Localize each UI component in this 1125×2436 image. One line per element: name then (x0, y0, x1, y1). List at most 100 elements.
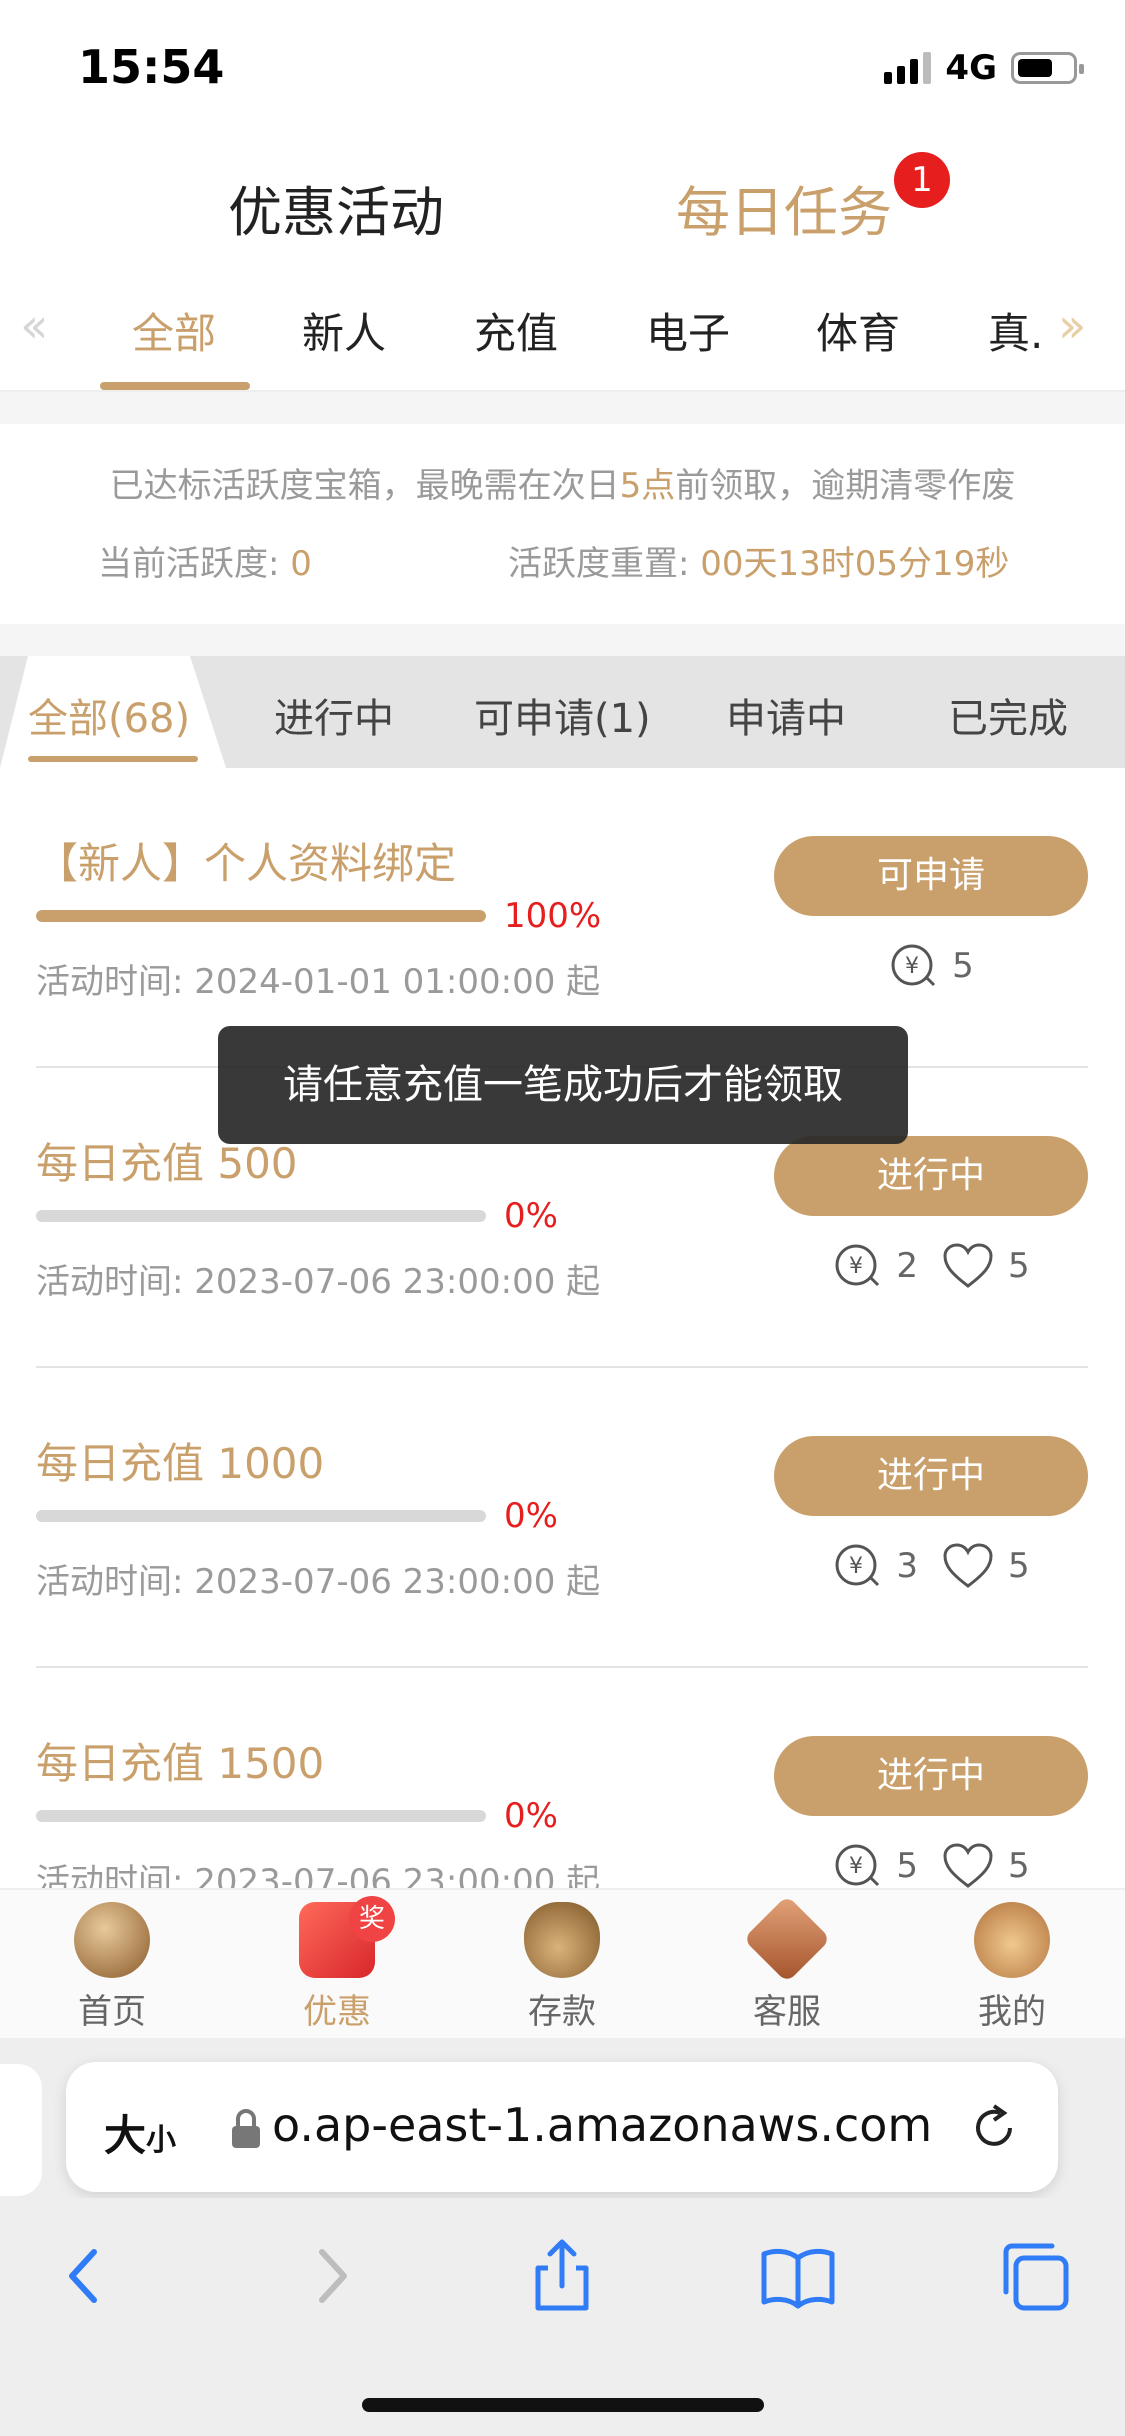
heart-icon (943, 1243, 993, 1288)
fortune-diamond-icon (743, 1895, 831, 1983)
yen-coin-icon: ¥ (835, 1244, 880, 1287)
task-title: 【新人】个人资料绑定 (36, 839, 457, 888)
activity-reset: 活跃度重置: 00天13时05分19秒 (508, 544, 1010, 584)
money-bag-icon (524, 1902, 600, 1978)
browser-toolbar (0, 2198, 1125, 2436)
task-title: 每日充值 1500 (36, 1739, 325, 1788)
progress-bar (36, 1210, 486, 1222)
apply-button[interactable]: 可申请 (774, 836, 1088, 916)
yen-reward: 5 (952, 946, 974, 986)
yen-reward: 2 (896, 1246, 918, 1286)
progress-bar (36, 1510, 486, 1522)
status-time: 15:54 (78, 40, 225, 94)
heart-reward: 5 (1008, 1246, 1030, 1286)
in-progress-button[interactable]: 进行中 (774, 1436, 1088, 1516)
nav-promotions[interactable]: 奖 优惠 (257, 1896, 417, 2033)
in-progress-button[interactable]: 进行中 (774, 1736, 1088, 1816)
progress-percent: 0% (504, 1196, 558, 1236)
back-icon[interactable] (46, 2236, 126, 2316)
top-tabs: 优惠活动 每日任务 1 (0, 130, 1125, 280)
status-bar: 15:54 4G (0, 0, 1125, 130)
tab-promotions[interactable]: 优惠活动 (228, 168, 444, 247)
reset-countdown: 00天13时05分19秒 (700, 544, 1010, 584)
category-deposit[interactable]: 充值 (474, 300, 558, 361)
heart-icon (943, 1843, 993, 1888)
task-card: 【新人】个人资料绑定 100% 活动时间: 2024-01-01 01:00:0… (36, 768, 1088, 1068)
daily-tasks-badge: 1 (894, 152, 950, 208)
yen-coin-icon: ¥ (891, 944, 936, 987)
status-indicators: 4G (884, 48, 1084, 88)
nav-support[interactable]: 客服 (707, 1895, 867, 2033)
heart-reward: 5 (1008, 1846, 1030, 1886)
forward-icon[interactable] (290, 2236, 370, 2316)
task-time: 活动时间: 2023-07-06 23:00:00 起 (36, 1562, 601, 1602)
progress-percent: 0% (504, 1796, 558, 1836)
task-time: 活动时间: 2023-07-06 23:00:00 起 (36, 1262, 601, 1302)
activity-notice: 已达标活跃度宝箱，最晚需在次日5点前领取，逾期清零作废 当前活跃度: 0 活跃度… (0, 424, 1125, 624)
heart-icon (943, 1543, 993, 1588)
previous-tab-card[interactable] (0, 2064, 42, 2196)
task-time: 活动时间: 2023-07-06 23:00:00 起 (36, 1862, 601, 1888)
progress-bar (36, 1810, 486, 1822)
category-tabs: ‹‹ 全部 新人 充值 电子 体育 真. ›› (0, 280, 1125, 392)
home-ball-icon (74, 1902, 150, 1978)
current-activity: 当前活跃度: 0 (98, 544, 312, 584)
bookmarks-icon[interactable] (758, 2236, 838, 2316)
network-type: 4G (945, 48, 997, 88)
task-rewards: ¥ 5 (774, 936, 1088, 996)
nav-profile[interactable]: 我的 (932, 1902, 1092, 2033)
task-card: 每日充值 1000 0% 活动时间: 2023-07-06 23:00:00 起… (36, 1368, 1088, 1668)
yen-reward: 5 (896, 1846, 918, 1886)
tabs-icon[interactable] (994, 2236, 1074, 2316)
svg-text:¥: ¥ (849, 1854, 863, 1879)
yen-reward: 3 (896, 1546, 918, 1586)
lion-mascot-icon (974, 1902, 1050, 1978)
nav-home[interactable]: 首页 (32, 1902, 192, 2033)
heart-reward: 5 (1008, 1546, 1030, 1586)
category-sports[interactable]: 体育 (816, 300, 900, 361)
svg-text:¥: ¥ (849, 1254, 863, 1279)
reload-icon[interactable] (966, 2100, 1022, 2156)
status-filter-tabs: 全部(68) 进行中 可申请(1) 申请中 已完成 (0, 656, 1125, 768)
svg-text:¥: ¥ (849, 1554, 863, 1579)
task-rewards: ¥ 5 5 (774, 1836, 1088, 1888)
filter-active-indicator (28, 756, 198, 762)
task-time: 活动时间: 2024-01-01 01:00:00 起 (36, 962, 601, 1002)
filter-completed[interactable]: 已完成 (948, 686, 1068, 744)
category-electronic[interactable]: 电子 (646, 300, 730, 361)
svg-text:¥: ¥ (905, 954, 919, 979)
browser-address-bar: 大小 o.ap-east-1.amazonaws.com (0, 2038, 1125, 2198)
share-icon[interactable] (522, 2236, 602, 2316)
battery-icon (1011, 52, 1084, 84)
task-list: 【新人】个人资料绑定 100% 活动时间: 2024-01-01 01:00:0… (0, 768, 1125, 1888)
task-card: 每日充值 1500 0% 活动时间: 2023-07-06 23:00:00 起… (36, 1668, 1088, 1888)
progress-percent: 100% (504, 896, 602, 936)
reward-badge: 奖 (349, 1896, 395, 1942)
notice-rule: 已达标活跃度宝箱，最晚需在次日5点前领取，逾期清零作废 (109, 466, 1016, 506)
bottom-nav: 首页 奖 优惠 存款 客服 我的 (0, 1888, 1125, 2038)
filter-all[interactable]: 全部(68) (28, 686, 190, 744)
task-title: 每日充值 1000 (36, 1439, 325, 1488)
nav-deposit[interactable]: 存款 (482, 1902, 642, 2033)
category-active-indicator (100, 382, 250, 390)
lock-icon (232, 2109, 260, 2148)
text-size-button[interactable]: 大小 (104, 2102, 176, 2163)
home-indicator (362, 2398, 764, 2412)
category-live[interactable]: 真. (988, 300, 1043, 361)
yen-coin-icon: ¥ (835, 1544, 880, 1587)
task-rewards: ¥ 2 5 (774, 1236, 1088, 1296)
category-newbie[interactable]: 新人 (302, 300, 386, 361)
in-progress-button[interactable]: 进行中 (774, 1136, 1088, 1216)
progress-bar (36, 910, 486, 922)
scroll-right-icon[interactable]: ›› (1058, 298, 1087, 354)
filter-in-progress[interactable]: 进行中 (274, 686, 394, 744)
toast-message: 请任意充值一笔成功后才能领取 (218, 1026, 908, 1144)
filter-applying[interactable]: 申请中 (726, 686, 846, 744)
signal-icon (884, 52, 932, 84)
url-field[interactable]: 大小 o.ap-east-1.amazonaws.com (66, 2062, 1058, 2192)
tab-daily-tasks[interactable]: 每日任务 (676, 168, 892, 247)
progress-percent: 0% (504, 1496, 558, 1536)
scroll-left-icon[interactable]: ‹‹ (20, 298, 49, 354)
filter-applicable[interactable]: 可申请(1) (474, 686, 651, 744)
category-all[interactable]: 全部 (132, 300, 216, 361)
